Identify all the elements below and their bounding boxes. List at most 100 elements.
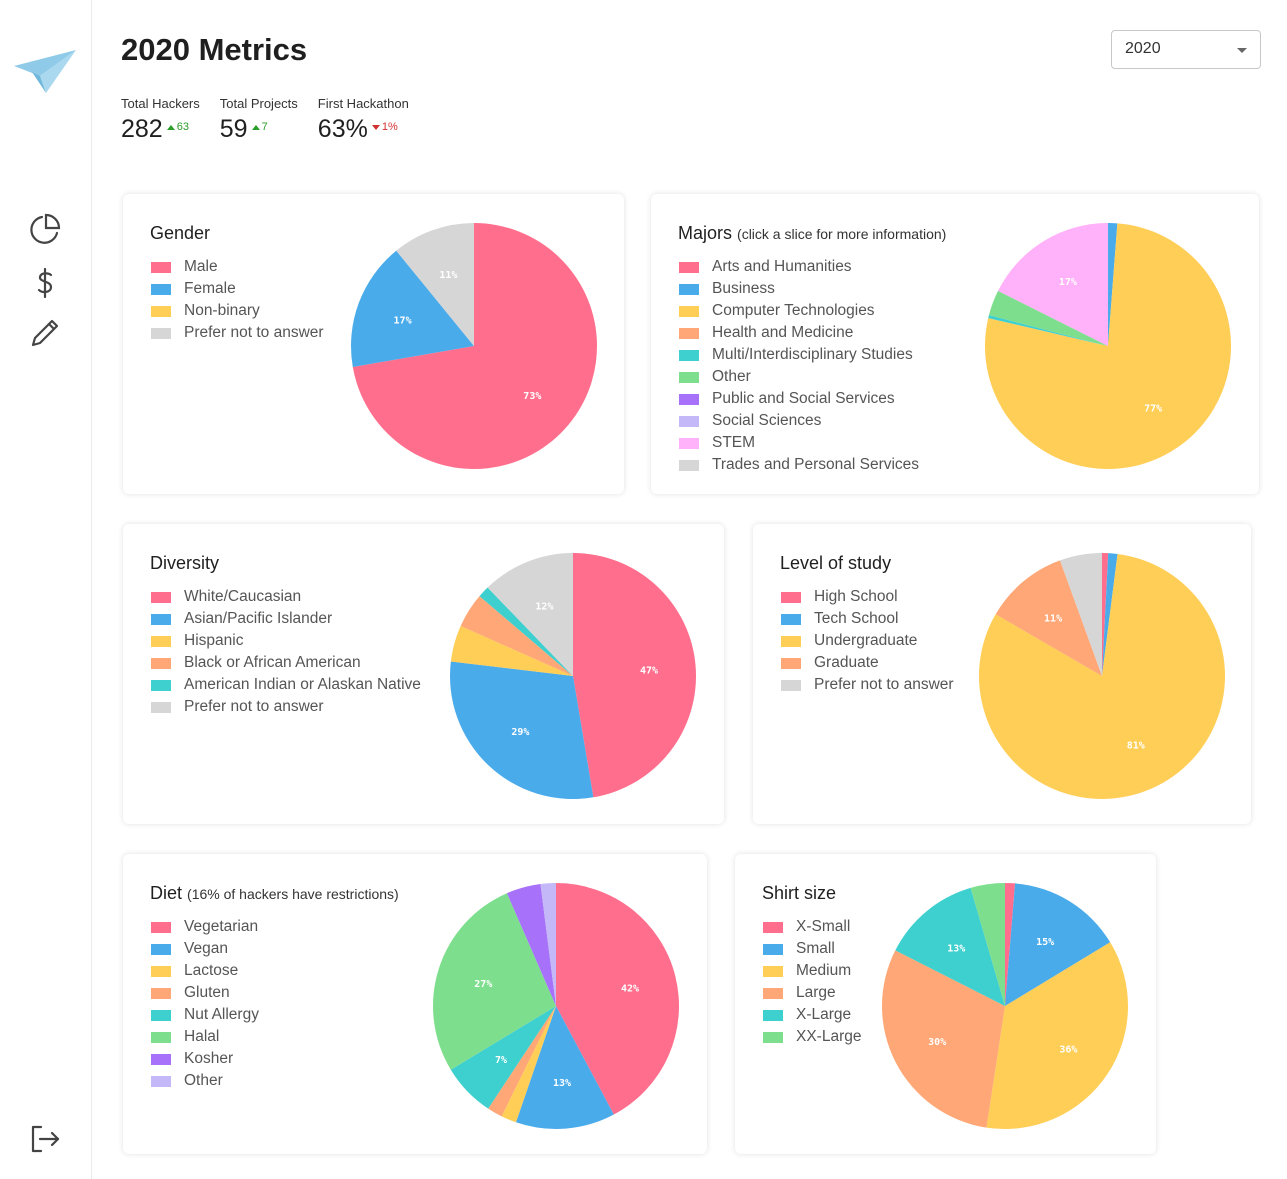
legend: Vegetarian Vegan Lactose Gluten Nut Allergy H… bbox=[151, 916, 259, 1092]
legend-label: Public and Social Services bbox=[712, 390, 895, 407]
legend-item-computer-technologies[interactable]: Computer Technologies bbox=[679, 300, 919, 322]
legend-label: Arts and Humanities bbox=[712, 258, 852, 275]
legend-label: Prefer not to answer bbox=[814, 676, 954, 693]
pie-data-label: 11% bbox=[439, 270, 457, 281]
legend-item-x-large[interactable]: X-Large bbox=[763, 1004, 861, 1026]
legend-item-medium[interactable]: Medium bbox=[763, 960, 861, 982]
pencil-icon[interactable] bbox=[27, 315, 63, 351]
legend-label: Male bbox=[184, 258, 218, 275]
legend-item-public-and-social-services[interactable]: Public and Social Services bbox=[679, 388, 919, 410]
paper-plane-logo-icon[interactable] bbox=[14, 46, 78, 101]
legend-item-gluten[interactable]: Gluten bbox=[151, 982, 259, 1004]
legend-item-asian-pacific-islander[interactable]: Asian/Pacific Islander bbox=[151, 608, 421, 630]
legend-label: Vegan bbox=[184, 940, 228, 957]
legend-label: Black or African American bbox=[184, 654, 361, 671]
level-of-study-pie-chart[interactable]: 81% 11% bbox=[972, 546, 1232, 806]
legend-label: Social Sciences bbox=[712, 412, 822, 429]
stat-delta-value: 63 bbox=[176, 121, 189, 133]
card-note: (16% of hackers have restrictions) bbox=[187, 886, 399, 902]
stat-first-hackathon: First Hackathon 63% 1% bbox=[318, 96, 409, 144]
diversity-pie-chart[interactable]: 47% 29% 12% bbox=[443, 546, 703, 806]
dollar-icon[interactable] bbox=[27, 265, 63, 301]
legend-item-trades-and-personal-services[interactable]: Trades and Personal Services bbox=[679, 454, 919, 476]
legend-label: Multi/Interdisciplinary Studies bbox=[712, 346, 913, 363]
legend-item-black-or-african-american[interactable]: Black or African American bbox=[151, 652, 421, 674]
pie-data-label: 13% bbox=[553, 1078, 571, 1089]
card-title: Shirt size bbox=[762, 883, 837, 903]
stat-delta: 63 bbox=[166, 121, 189, 133]
legend-item-arts-and-humanities[interactable]: Arts and Humanities bbox=[679, 256, 919, 278]
legend-item-small[interactable]: Small bbox=[763, 938, 861, 960]
legend-item-stem[interactable]: STEM bbox=[679, 432, 919, 454]
card-title: Diet (16% of hackers have restrictions) bbox=[150, 883, 399, 903]
legend-swatch bbox=[679, 393, 699, 405]
legend-item-vegan[interactable]: Vegan bbox=[151, 938, 259, 960]
legend-item-business[interactable]: Business bbox=[679, 278, 919, 300]
legend-item-graduate[interactable]: Graduate bbox=[781, 652, 954, 674]
pie-data-label: 17% bbox=[394, 315, 412, 326]
legend-swatch bbox=[151, 613, 171, 625]
legend-label: STEM bbox=[712, 434, 756, 451]
legend-item-prefer-not-to-answer[interactable]: Prefer not to answer bbox=[781, 674, 954, 696]
legend-item-female[interactable]: Female bbox=[151, 278, 324, 300]
legend-item-x-small[interactable]: X-Small bbox=[763, 916, 861, 938]
legend-item-other[interactable]: Other bbox=[679, 366, 919, 388]
legend-item-male[interactable]: Male bbox=[151, 256, 324, 278]
majors-pie-chart[interactable]: 77% 17% bbox=[978, 216, 1238, 476]
legend-item-other[interactable]: Other bbox=[151, 1070, 259, 1092]
pie-data-label: 27% bbox=[474, 979, 492, 990]
stat-label: First Hackathon bbox=[317, 96, 409, 111]
legend-item-halal[interactable]: Halal bbox=[151, 1026, 259, 1048]
legend-swatch bbox=[679, 349, 699, 361]
legend-item-vegetarian[interactable]: Vegetarian bbox=[151, 916, 259, 938]
pie-data-label: 7% bbox=[495, 1055, 507, 1066]
legend-item-nut-allergy[interactable]: Nut Allergy bbox=[151, 1004, 259, 1026]
legend-item-high-school[interactable]: High School bbox=[781, 586, 954, 608]
pie-data-label: 73% bbox=[523, 391, 541, 402]
legend-item-multi-interdisciplinary-studies[interactable]: Multi/Interdisciplinary Studies bbox=[679, 344, 919, 366]
gender-pie-chart[interactable]: 73% 17% 11% bbox=[344, 216, 604, 476]
gender-card: Gender Male Female Non-binary Prefer not to… bbox=[123, 194, 624, 494]
legend-item-xx-large[interactable]: XX-Large bbox=[763, 1026, 861, 1048]
year-select[interactable]: 2020 bbox=[1111, 30, 1261, 69]
legend-label: Prefer not to answer bbox=[184, 698, 324, 715]
legend-label: High School bbox=[814, 588, 898, 605]
chevron-down-icon bbox=[1237, 48, 1247, 53]
legend-swatch bbox=[763, 943, 783, 955]
pie-data-label: 17% bbox=[1059, 277, 1077, 288]
legend-swatch bbox=[151, 1009, 171, 1021]
legend-swatch bbox=[781, 591, 801, 603]
legend-swatch bbox=[151, 261, 171, 273]
pie-slice-white-caucasian[interactable] bbox=[573, 553, 697, 798]
legend-label: Asian/Pacific Islander bbox=[184, 610, 333, 627]
diet-pie-chart[interactable]: 42% 13% 7% 27% bbox=[426, 876, 686, 1136]
pie-data-label: 15% bbox=[1036, 937, 1054, 948]
card-title: Diversity bbox=[150, 553, 220, 573]
legend-item-prefer-not-to-answer[interactable]: Prefer not to answer bbox=[151, 322, 324, 344]
legend-swatch bbox=[679, 459, 699, 471]
legend-item-hispanic[interactable]: Hispanic bbox=[151, 630, 421, 652]
pie-chart-icon[interactable] bbox=[27, 211, 63, 247]
legend-item-social-sciences[interactable]: Social Sciences bbox=[679, 410, 919, 432]
diversity-card: Diversity White/Caucasian Asian/Pacific I… bbox=[123, 524, 724, 824]
page-title: 2020 Metrics bbox=[121, 32, 308, 67]
stat-delta-value: 7 bbox=[261, 121, 268, 133]
legend-item-non-binary[interactable]: Non-binary bbox=[151, 300, 324, 322]
legend-label: Medium bbox=[796, 962, 852, 979]
legend-item-large[interactable]: Large bbox=[763, 982, 861, 1004]
legend-item-american-indian-or-alaskan-native[interactable]: American Indian or Alaskan Native bbox=[151, 674, 421, 696]
legend-item-lactose[interactable]: Lactose bbox=[151, 960, 259, 982]
shirt-size-pie-chart[interactable]: 15% 36% 30% 13% bbox=[875, 876, 1135, 1136]
legend-item-health-and-medicine[interactable]: Health and Medicine bbox=[679, 322, 919, 344]
legend-item-undergraduate[interactable]: Undergraduate bbox=[781, 630, 954, 652]
legend-swatch bbox=[151, 657, 171, 669]
legend-item-white-caucasian[interactable]: White/Caucasian bbox=[151, 586, 421, 608]
level-of-study-card: Level of study High School Tech School Und… bbox=[753, 524, 1251, 824]
legend-item-kosher[interactable]: Kosher bbox=[151, 1048, 259, 1070]
legend-swatch bbox=[151, 305, 171, 317]
stat-label: Total Hackers bbox=[121, 96, 200, 111]
legend-item-tech-school[interactable]: Tech School bbox=[781, 608, 954, 630]
legend-label: Non-binary bbox=[184, 302, 260, 319]
legend-item-prefer-not-to-answer[interactable]: Prefer not to answer bbox=[151, 696, 421, 718]
logout-icon[interactable] bbox=[27, 1121, 63, 1157]
